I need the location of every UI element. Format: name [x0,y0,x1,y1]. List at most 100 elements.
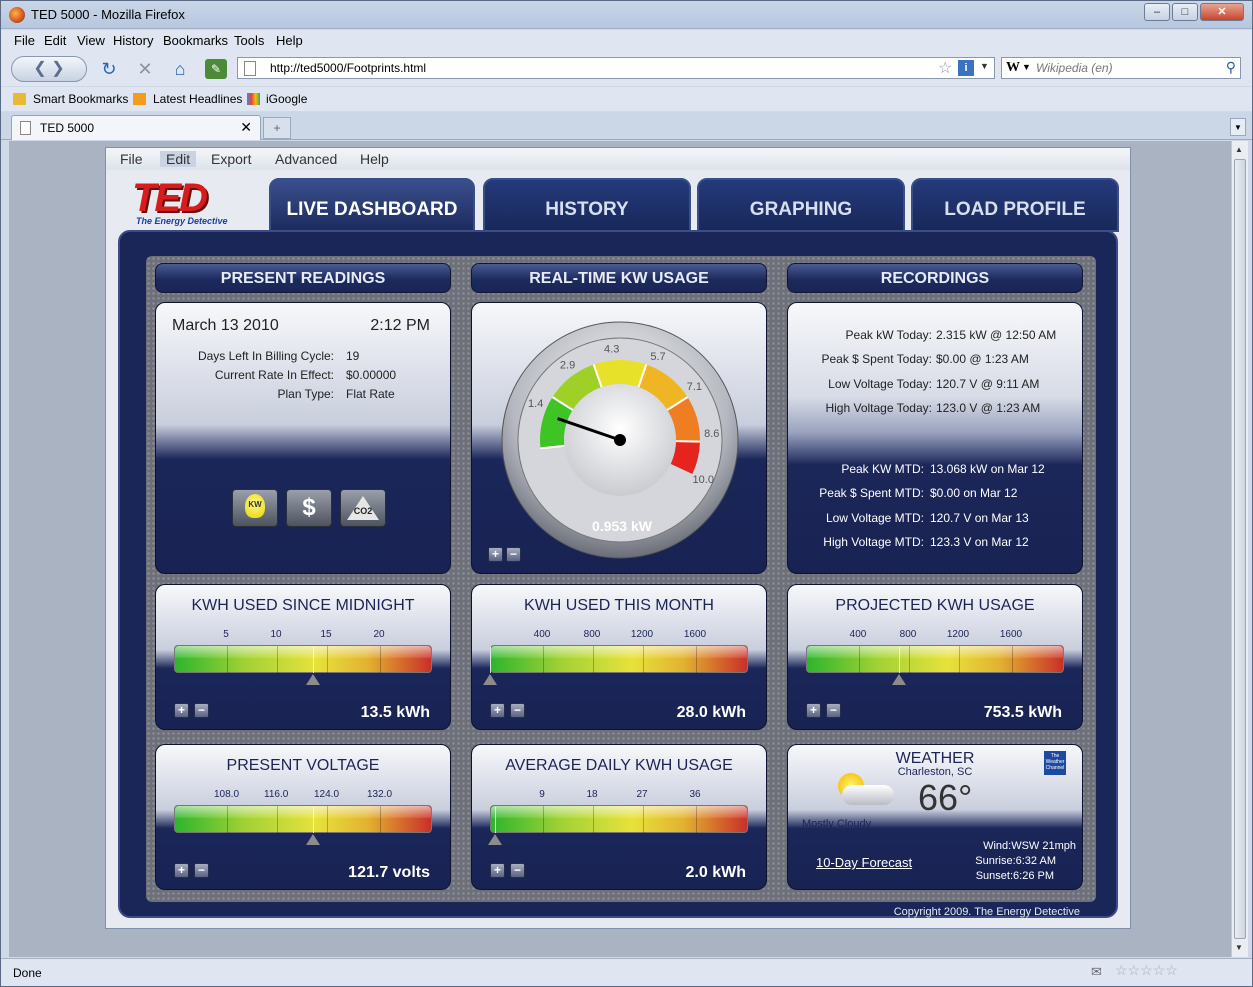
meter-zoom-out-button[interactable]: − [510,703,525,718]
mail-icon[interactable]: ✉ [1091,964,1102,980]
scroll-up-icon[interactable]: ▲ [1235,145,1243,154]
kw-bulb-button[interactable]: KW [232,489,278,527]
meter-tick-label: 5 [223,629,229,640]
menu-edit[interactable]: Edit [44,33,66,48]
scroll-thumb[interactable] [1234,159,1246,939]
meter-zoom-in-button[interactable]: + [490,703,505,718]
tab-live-dashboard[interactable]: LIVE DASHBOARD [269,178,475,234]
weather-sunset: Sunset:6:26 PM [975,870,1054,882]
bookmark-igoogle[interactable]: iGoogle [266,92,307,106]
search-input[interactable]: Wikipedia (en) [1036,61,1113,75]
folder-icon [13,93,26,105]
meter-zoom-in-button[interactable]: + [806,703,821,718]
meter-pointer [892,674,906,685]
tab-load-profile[interactable]: LOAD PROFILE [911,178,1119,232]
gauge-tick-label: 1.4 [528,398,543,410]
weather-panel: WEATHER Charleston, SC The Weather Channel… [787,744,1083,890]
meter-pointer [306,834,320,845]
dollar-button[interactable]: $ [286,489,332,527]
meter-zoom-out-button[interactable]: − [194,703,209,718]
meter-pointer [306,674,320,685]
home-icon[interactable]: ⌂ [169,59,191,79]
evernote-icon[interactable]: ✎ [205,59,227,79]
url-text[interactable]: http://ted5000/Footprints.html [270,61,426,75]
meter-level-line [313,807,314,833]
tab-list-dropdown-icon[interactable]: ▼ [1230,118,1246,136]
dashboard-panel: PRESENT READINGS REAL-TIME KW USAGE RECO… [118,230,1118,918]
menu-help[interactable]: Help [276,33,303,48]
new-tab-button[interactable]: + [263,117,291,139]
meter-tick-label: 10 [270,629,282,640]
browser-menu-bar: File Edit View History Bookmarks Tools H… [1,30,1252,52]
co2-button[interactable]: CO2 [340,489,386,527]
app-menu-help[interactable]: Help [360,151,389,167]
menu-file[interactable]: File [14,33,35,48]
meter-bar-tick [277,646,278,673]
meter-zoom-in-button[interactable]: + [174,863,189,878]
tab-history[interactable]: HISTORY [483,178,691,232]
meter-zoom-out-button[interactable]: − [826,703,841,718]
vertical-scrollbar[interactable]: ▲ ▼ [1231,141,1248,957]
tab-page-icon [20,121,31,135]
menu-tools[interactable]: Tools [234,33,264,48]
ten-day-forecast-link[interactable]: 10-Day Forecast [816,855,912,870]
bookmark-smart[interactable]: Smart Bookmarks [33,92,128,106]
url-bar[interactable]: http://ted5000/Footprints.html ☆ i ▼ [237,57,995,79]
present-date: March 13 2010 [172,317,279,334]
search-icon[interactable]: ⚲ [1226,59,1236,76]
meter-tick-label: 18 [586,789,598,800]
bookmark-latest-headlines[interactable]: Latest Headlines [153,92,242,106]
tab-close-icon[interactable]: ✕ [240,119,252,136]
tab-graphing[interactable]: GRAPHING [697,178,905,232]
menu-history[interactable]: History [113,33,153,48]
app-menu-export[interactable]: Export [211,151,251,167]
rec-peak-spent-today-label: Peak $ Spent Today: [821,352,932,366]
co2-label: CO2 [353,506,373,516]
meter-value: 121.7 volts [348,864,430,881]
info-icon[interactable]: i [958,60,974,76]
page-icon [244,61,256,76]
google-icon [247,93,260,105]
back-forward-buttons[interactable]: ❮ ❯ [11,56,87,82]
gauge-zoom-in-button[interactable]: + [488,547,503,562]
meter-tick-label: 27 [636,789,648,800]
bookmark-star-icon[interactable]: ☆ [938,58,952,78]
meter-zoom-in-button[interactable]: + [490,863,505,878]
rating-stars-icon[interactable]: ☆☆☆☆☆ [1115,962,1178,979]
search-bar[interactable]: W ▼ Wikipedia (en) ⚲ [1001,57,1241,79]
meter-bar [806,645,1064,673]
meter-bar-tick [227,646,228,673]
gauge-tick-label: 10.0 [693,474,714,486]
header-realtime-kw: REAL-TIME KW USAGE [471,263,767,293]
maximize-button[interactable]: □ [1172,3,1198,21]
menu-bookmarks[interactable]: Bookmarks [163,33,228,48]
plan-type-value: Flat Rate [346,387,395,401]
close-button[interactable]: ✕ [1200,3,1244,21]
app-menu-advanced[interactable]: Advanced [275,151,337,167]
app-menu-edit[interactable]: Edit [160,151,197,167]
app-menu-file[interactable]: File [120,151,143,167]
meter-title: AVERAGE DAILY KWH USAGE [505,757,733,774]
meter-zoom-out-button[interactable]: − [510,863,525,878]
meter-zoom-out-button[interactable]: − [194,863,209,878]
gauge-tick-label: 5.7 [650,351,665,363]
minimize-button[interactable]: – [1144,3,1170,21]
gauge-zoom-out-button[interactable]: − [506,547,521,562]
wikipedia-icon[interactable]: W [1006,60,1020,76]
stop-icon[interactable]: ✕ [134,59,156,79]
browser-tab[interactable]: TED 5000 ✕ [11,115,261,140]
present-readings-panel: March 13 2010 2:12 PM Days Left In Billi… [155,302,451,574]
days-left-value: 19 [346,349,360,363]
scroll-down-icon[interactable]: ▼ [1235,943,1243,952]
rec-peak-kw-mtd-value: 13.068 kW on Mar 12 [930,462,1045,476]
menu-view[interactable]: View [77,33,105,48]
meter-bar [174,645,432,673]
gauge-hub [614,434,626,446]
search-engine-dropdown-icon[interactable]: ▼ [1022,62,1031,72]
meter-bar-tick [959,646,960,673]
meter-zoom-in-button[interactable]: + [174,703,189,718]
url-dropdown-icon[interactable]: ▼ [980,61,989,71]
reload-icon[interactable]: ↻ [98,59,120,79]
bulb-icon: KW [245,494,265,518]
meter-title: PRESENT VOLTAGE [226,757,380,774]
